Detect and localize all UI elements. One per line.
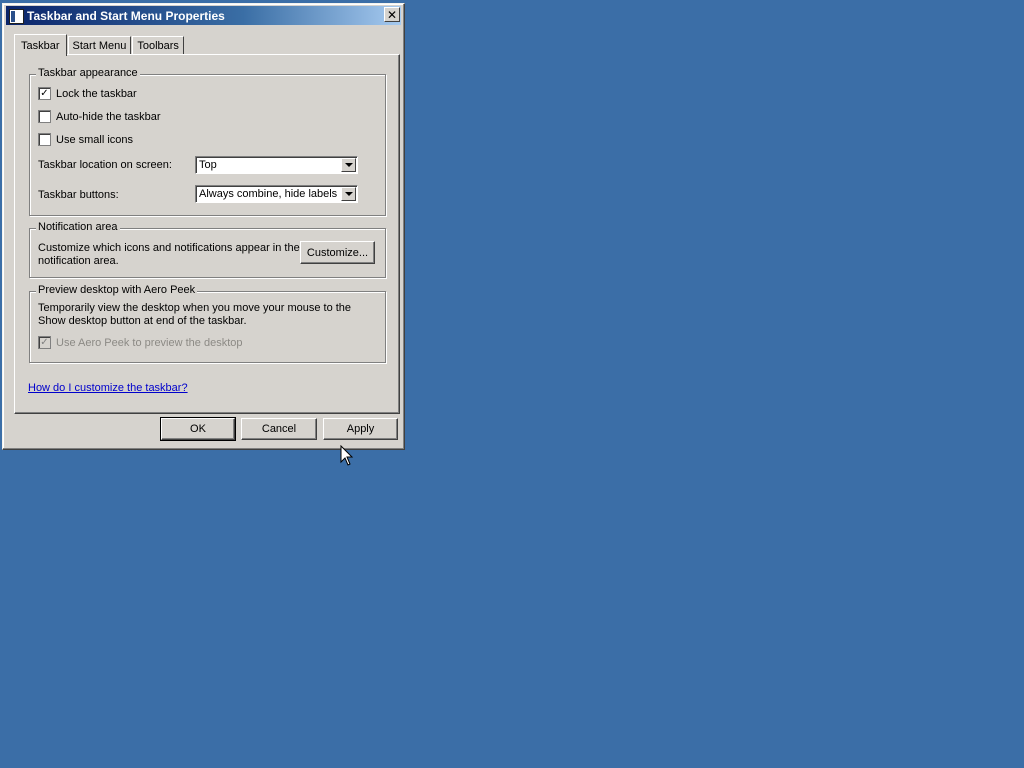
- group-title-aero-peek: Preview desktop with Aero Peek: [36, 284, 198, 296]
- apply-button[interactable]: Apply: [323, 418, 398, 440]
- taskbar-properties-dialog: Taskbar and Start Menu Properties ✕ Task…: [2, 3, 405, 450]
- tab-toolbars[interactable]: Toolbars: [132, 36, 184, 55]
- chevron-down-icon[interactable]: [341, 158, 356, 172]
- aero-peek-label: Use Aero Peek to preview the desktop: [56, 336, 243, 349]
- small-icons-row[interactable]: Use small icons: [38, 133, 133, 146]
- check-icon: ✓: [40, 87, 49, 99]
- tab-taskbar[interactable]: Taskbar: [14, 34, 67, 56]
- aero-peek-row: ✓ Use Aero Peek to preview the desktop: [38, 336, 243, 349]
- autohide-taskbar-row[interactable]: Auto-hide the taskbar: [38, 110, 161, 123]
- dialog-title: Taskbar and Start Menu Properties: [27, 8, 225, 23]
- lock-taskbar-label: Lock the taskbar: [56, 87, 137, 100]
- taskbar-location-value: Top: [199, 159, 217, 171]
- tab-strip: Taskbar Start Menu Toolbars: [14, 33, 185, 56]
- check-icon: ✓: [40, 336, 49, 348]
- title-bar[interactable]: Taskbar and Start Menu Properties ✕: [6, 6, 401, 25]
- notification-description: Customize which icons and notifications …: [38, 242, 300, 267]
- taskbar-appearance-group: Taskbar appearance ✓ Lock the taskbar Au…: [29, 67, 386, 216]
- taskbar-location-select[interactable]: Top: [195, 156, 358, 174]
- aero-peek-description: Temporarily view the desktop when you mo…: [38, 302, 352, 327]
- close-icon: ✕: [386, 7, 398, 22]
- mouse-pointer-icon: [340, 445, 354, 466]
- aero-peek-group: Preview desktop with Aero Peek Temporari…: [29, 284, 386, 363]
- lock-taskbar-checkbox[interactable]: ✓: [38, 87, 51, 100]
- group-title-appearance: Taskbar appearance: [36, 67, 140, 79]
- notification-area-group: Notification area Customize which icons …: [29, 221, 386, 278]
- location-label: Taskbar location on screen:: [38, 159, 172, 171]
- customize-button[interactable]: Customize...: [300, 241, 375, 264]
- taskbar-properties-icon: [8, 8, 24, 24]
- cancel-button[interactable]: Cancel: [241, 418, 317, 440]
- taskbar-buttons-value: Always combine, hide labels: [199, 188, 338, 200]
- small-icons-checkbox[interactable]: [38, 133, 51, 146]
- close-button[interactable]: ✕: [384, 7, 400, 22]
- group-title-notification: Notification area: [36, 221, 120, 233]
- tab-start-menu[interactable]: Start Menu: [67, 36, 132, 55]
- ok-button[interactable]: OK: [160, 417, 236, 441]
- small-icons-label: Use small icons: [56, 133, 134, 146]
- help-link[interactable]: How do I customize the taskbar?: [28, 382, 188, 394]
- aero-peek-checkbox: ✓: [38, 336, 51, 349]
- taskbar-buttons-select[interactable]: Always combine, hide labels: [195, 185, 358, 203]
- buttons-label: Taskbar buttons:: [38, 189, 119, 201]
- autohide-taskbar-checkbox[interactable]: [38, 110, 51, 123]
- lock-taskbar-row[interactable]: ✓ Lock the taskbar: [38, 87, 137, 100]
- taskbar-tab-panel: Taskbar appearance ✓ Lock the taskbar Au…: [14, 54, 400, 414]
- chevron-down-icon[interactable]: [341, 187, 356, 201]
- autohide-taskbar-label: Auto-hide the taskbar: [56, 110, 161, 123]
